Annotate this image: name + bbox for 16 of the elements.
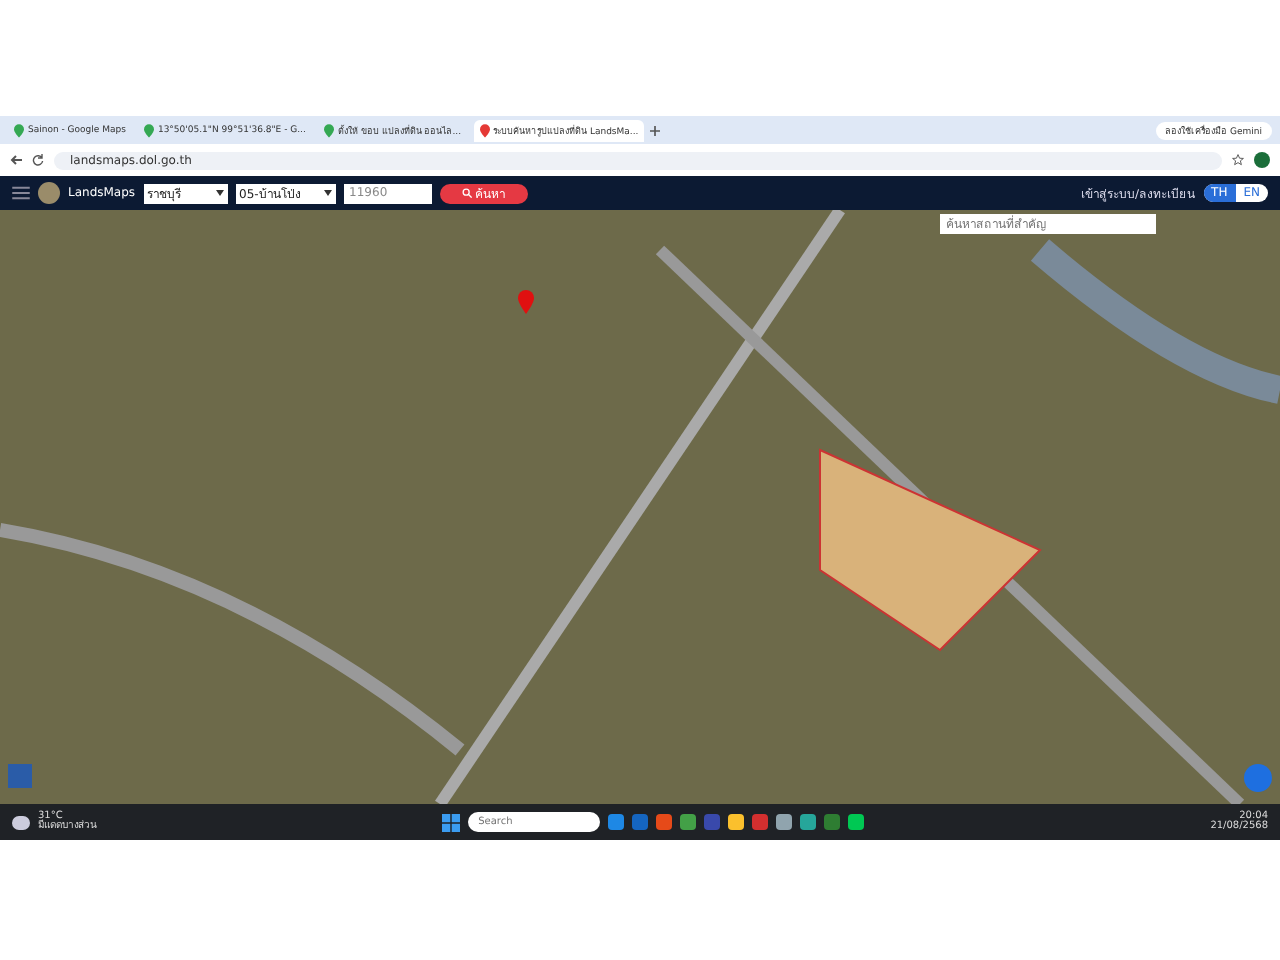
- pin-icon: [143, 123, 154, 137]
- caret-icon: [215, 190, 224, 196]
- back-icon[interactable]: [10, 154, 22, 166]
- caret-icon: [323, 190, 332, 196]
- pin-icon: [479, 123, 490, 137]
- search-icon: [461, 188, 472, 199]
- star-icon[interactable]: [1232, 154, 1244, 166]
- new-tab-icon[interactable]: [650, 125, 661, 135]
- location-pin-icon: [518, 290, 534, 314]
- menu-icon[interactable]: [12, 186, 30, 200]
- windows-icon[interactable]: [442, 813, 461, 831]
- pin-icon: [323, 123, 334, 137]
- reload-icon[interactable]: [32, 154, 44, 166]
- profile-avatar[interactable]: [1254, 152, 1270, 168]
- logo-icon: [38, 182, 60, 204]
- pin-icon: [14, 123, 24, 137]
